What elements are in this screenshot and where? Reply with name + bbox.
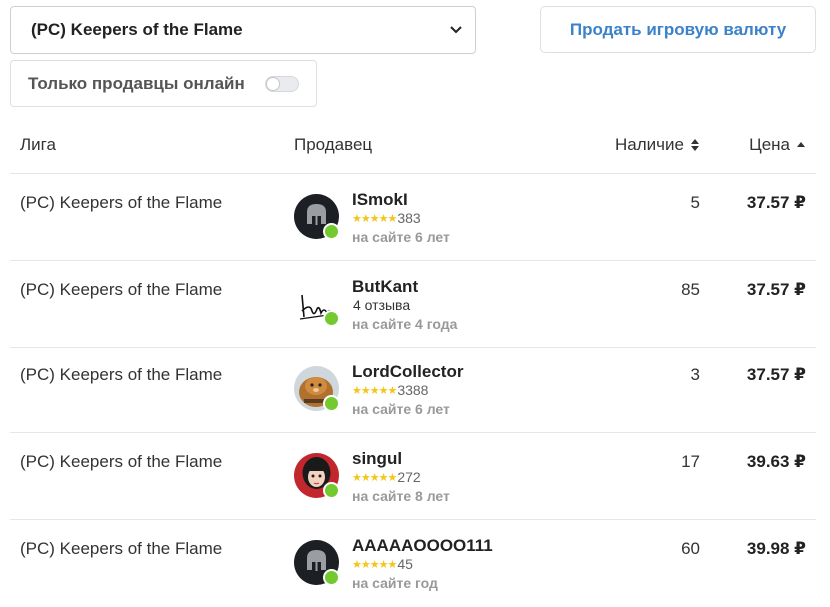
row-price: 37.57 ₽ <box>746 193 806 212</box>
online-only-label: Только продавцы онлайн <box>28 73 245 93</box>
row-price: 39.98 ₽ <box>746 539 806 558</box>
sell-currency-button[interactable]: Продать игровую валюту <box>540 6 816 53</box>
row-price: 37.57 ₽ <box>746 280 806 299</box>
table-row[interactable]: (PC) Keepers of the Flame LordCollector … <box>10 346 816 433</box>
online-only-toggle[interactable] <box>265 76 299 92</box>
column-stock-label: Наличие <box>615 135 684 154</box>
sort-asc-icon <box>797 142 805 147</box>
rating-stars-icon: ★★★★★ <box>352 212 397 225</box>
row-league: (PC) Keepers of the Flame <box>20 280 223 299</box>
online-indicator <box>323 223 340 240</box>
league-select[interactable]: (PC) Keepers of the Flame <box>10 6 476 54</box>
toggle-knob <box>267 78 279 90</box>
rating-count: 272 <box>397 469 421 485</box>
column-stock-header[interactable]: Наличие <box>615 135 700 155</box>
table-row[interactable]: (PC) Keepers of the Flame ButKant 4 отзы… <box>10 261 816 348</box>
seller-rating: ★★★★★ 272 <box>352 469 421 485</box>
table-row[interactable]: (PC) Keepers of the Flame ISmokI ★★★★★ 3… <box>10 174 816 261</box>
row-price: 39.63 ₽ <box>746 452 806 471</box>
seller-rating: ★★★★★ 45 <box>352 556 413 572</box>
row-league: (PC) Keepers of the Flame <box>20 539 223 558</box>
seller-name[interactable]: singul <box>352 449 402 469</box>
column-price-label: Цена <box>749 135 790 154</box>
online-indicator <box>323 569 340 586</box>
row-stock: 85 <box>681 280 700 299</box>
table-row[interactable]: (PC) Keepers of the Flame AAAAAOOOO111 ★… <box>10 520 816 607</box>
online-indicator <box>323 482 340 499</box>
seller-name[interactable]: ISmokI <box>352 190 408 210</box>
seller-since: на сайте 8 лет <box>352 488 450 504</box>
chevron-down-icon <box>449 23 463 37</box>
rating-stars-icon: ★★★★★ <box>352 558 397 571</box>
row-stock: 17 <box>681 452 700 471</box>
row-stock: 3 <box>690 365 700 384</box>
column-league-header: Лига <box>20 135 56 154</box>
row-price: 37.57 ₽ <box>746 365 806 384</box>
seller-since: на сайте 4 года <box>352 316 458 332</box>
rating-count: 45 <box>397 556 413 572</box>
table-header: Лига Продавец Наличие Цена <box>10 128 816 174</box>
seller-rating: ★★★★★ 3388 <box>352 382 428 398</box>
online-sellers-filter: Только продавцы онлайн <box>10 60 317 107</box>
online-indicator <box>323 395 340 412</box>
column-price-header[interactable]: Цена <box>749 135 806 155</box>
seller-since: на сайте год <box>352 575 438 591</box>
seller-rating: 4 отзыва <box>352 297 410 313</box>
seller-name[interactable]: LordCollector <box>352 362 463 382</box>
rating-count: 383 <box>397 210 421 226</box>
row-stock: 60 <box>681 539 700 558</box>
rating-count: 3388 <box>397 382 429 398</box>
row-league: (PC) Keepers of the Flame <box>20 452 223 471</box>
row-stock: 5 <box>690 193 700 212</box>
seller-since: на сайте 6 лет <box>352 401 450 417</box>
row-league: (PC) Keepers of the Flame <box>20 193 223 212</box>
row-league: (PC) Keepers of the Flame <box>20 365 223 384</box>
seller-rating: ★★★★★ 383 <box>352 210 421 226</box>
rating-stars-icon: ★★★★★ <box>352 384 397 397</box>
sort-both-icon <box>691 139 699 151</box>
seller-name[interactable]: ButKant <box>352 277 418 297</box>
seller-since: на сайте 6 лет <box>352 229 450 245</box>
table-row[interactable]: (PC) Keepers of the Flame singul ★★★★★ 2… <box>10 433 816 520</box>
league-select-value: (PC) Keepers of the Flame <box>31 20 243 39</box>
seller-name[interactable]: AAAAAOOOO111 <box>352 536 493 556</box>
rating-stars-icon: ★★★★★ <box>352 471 397 484</box>
rating-count: 4 отзыва <box>353 297 411 313</box>
online-indicator <box>323 310 340 327</box>
column-seller-header: Продавец <box>294 135 373 154</box>
